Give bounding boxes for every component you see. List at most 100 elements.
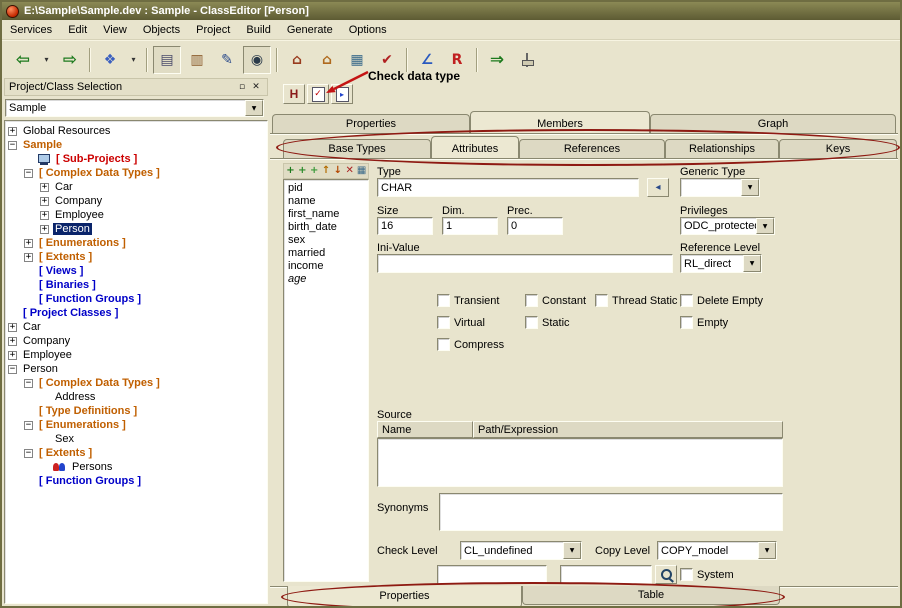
prec-input[interactable] bbox=[507, 217, 563, 235]
database-icon[interactable]: ⌂ bbox=[283, 46, 311, 74]
tree-item-employee[interactable]: +Employee bbox=[5, 348, 267, 362]
tree-item-global-resources[interactable]: +Global Resources bbox=[5, 124, 267, 138]
collapse-icon[interactable]: − bbox=[24, 421, 33, 430]
menu-item-build[interactable]: Build bbox=[238, 22, 278, 38]
tree-item-enumerations[interactable]: −[ Enumerations ] bbox=[5, 418, 267, 432]
expand-icon[interactable]: + bbox=[8, 323, 17, 332]
privileges-select[interactable]: ODC_protected ▼ bbox=[680, 217, 775, 235]
check-level-select[interactable]: CL_undefined ▼ bbox=[460, 541, 582, 560]
menu-item-project[interactable]: Project bbox=[188, 22, 238, 38]
collapse-icon[interactable]: − bbox=[8, 141, 17, 150]
menu-item-options[interactable]: Options bbox=[341, 22, 395, 38]
tree-item-project-classes[interactable]: [ Project Classes ] bbox=[5, 306, 267, 320]
size-input[interactable] bbox=[377, 217, 433, 235]
extra-field-2[interactable] bbox=[560, 565, 652, 584]
tree-item-complex-data-types[interactable]: −[ Complex Data Types ] bbox=[5, 376, 267, 390]
synonyms-input[interactable] bbox=[439, 493, 783, 531]
schema-table-icon[interactable]: ▦ bbox=[343, 46, 371, 74]
forward-icon[interactable]: ⇨ bbox=[56, 46, 84, 74]
tree-item-views[interactable]: [ Views ] bbox=[5, 264, 267, 278]
object-editor-icon[interactable]: ✎ bbox=[213, 46, 241, 74]
collapse-icon[interactable]: − bbox=[8, 365, 17, 374]
float-panel-icon[interactable]: ▫ bbox=[235, 81, 249, 94]
flag-constant[interactable]: Constant bbox=[525, 294, 586, 307]
notebook-icon[interactable]: ▥ bbox=[183, 46, 211, 74]
tree-item-extents[interactable]: −[ Extents ] bbox=[5, 446, 267, 460]
member-tab-attributes[interactable]: Attributes bbox=[431, 136, 519, 158]
flag-empty[interactable]: Empty bbox=[680, 316, 728, 329]
tree-item-person[interactable]: +Person bbox=[5, 222, 267, 236]
expand-icon[interactable]: + bbox=[40, 183, 49, 192]
expand-icon[interactable]: + bbox=[8, 337, 17, 346]
tree-item-persons[interactable]: Persons bbox=[5, 460, 267, 474]
expand-icon[interactable]: + bbox=[40, 225, 49, 234]
collapse-icon[interactable]: − bbox=[24, 449, 33, 458]
chevron-down-icon[interactable]: ▼ bbox=[245, 100, 263, 116]
tab-members[interactable]: Members bbox=[470, 111, 650, 133]
bottom-tab-table[interactable]: Table bbox=[522, 586, 780, 605]
tree-item-address[interactable]: Address bbox=[5, 390, 267, 404]
close-icon[interactable]: ✕ bbox=[249, 81, 263, 94]
bottom-tab-properties[interactable]: Properties bbox=[287, 586, 522, 608]
tree-item-company[interactable]: +Company bbox=[5, 194, 267, 208]
tree-item-type-definitions[interactable]: [ Type Definitions ] bbox=[5, 404, 267, 418]
ini-value-input[interactable] bbox=[377, 254, 673, 273]
flag-delete-empty[interactable]: Delete Empty bbox=[680, 294, 763, 307]
menu-item-view[interactable]: View bbox=[95, 22, 135, 38]
tree-item-sample[interactable]: −Sample bbox=[5, 138, 267, 152]
type-picker-button[interactable]: ◂ bbox=[647, 178, 669, 197]
tree-item-company[interactable]: +Company bbox=[5, 334, 267, 348]
tree-item-function-groups[interactable]: [ Function Groups ] bbox=[5, 474, 267, 488]
tree-item-employee[interactable]: +Employee bbox=[5, 208, 267, 222]
class-diagram-icon[interactable]: ❖ bbox=[96, 46, 124, 74]
type-input[interactable] bbox=[377, 178, 639, 197]
tree-item-function-groups[interactable]: [ Function Groups ] bbox=[5, 292, 267, 306]
collapse-icon[interactable]: − bbox=[24, 379, 33, 388]
system-checkbox[interactable]: System bbox=[680, 568, 734, 581]
database-admin-icon[interactable]: ⌂ bbox=[313, 46, 341, 74]
flag-compress[interactable]: Compress bbox=[437, 338, 504, 351]
generate-icon[interactable]: ⇒ bbox=[483, 46, 511, 74]
menu-item-services[interactable]: Services bbox=[2, 22, 60, 38]
tree-item-extents[interactable]: +[ Extents ] bbox=[5, 250, 267, 264]
detail-slider-icon[interactable] bbox=[513, 46, 541, 74]
reference-level-select[interactable]: RL_direct ▼ bbox=[680, 254, 762, 273]
extra-field-1[interactable] bbox=[437, 565, 547, 584]
expand-icon[interactable]: + bbox=[8, 127, 17, 136]
back-icon[interactable]: ⇦ bbox=[9, 46, 37, 74]
generic-type-select[interactable]: ▼ bbox=[680, 178, 760, 197]
source-table-body[interactable] bbox=[377, 438, 783, 487]
expand-icon[interactable]: + bbox=[8, 351, 17, 360]
expand-icon[interactable]: + bbox=[24, 253, 33, 262]
collapse-icon[interactable]: − bbox=[24, 169, 33, 178]
tree-item-car[interactable]: +Car bbox=[5, 180, 267, 194]
menu-item-generate[interactable]: Generate bbox=[279, 22, 341, 38]
diagram-menu-icon[interactable]: ▾ bbox=[126, 46, 141, 74]
flag-thread-static[interactable]: Thread Static bbox=[595, 294, 677, 307]
tree-item-enumerations[interactable]: +[ Enumerations ] bbox=[5, 236, 267, 250]
flag-transient[interactable]: Transient bbox=[437, 294, 499, 307]
menu-item-objects[interactable]: Objects bbox=[135, 22, 188, 38]
source-col-path[interactable]: Path/Expression bbox=[473, 421, 783, 438]
source-col-name[interactable]: Name bbox=[377, 421, 473, 438]
expand-icon[interactable]: + bbox=[40, 197, 49, 206]
titlebar[interactable]: E:\Sample\Sample.dev : Sample - ClassEdi… bbox=[2, 2, 900, 20]
flag-static[interactable]: Static bbox=[525, 316, 570, 329]
menu-item-edit[interactable]: Edit bbox=[60, 22, 95, 38]
copy-level-select[interactable]: COPY_model ▼ bbox=[657, 541, 777, 560]
project-selector[interactable]: Sample ▼ bbox=[5, 99, 264, 117]
back-history-icon[interactable]: ▾ bbox=[39, 46, 54, 74]
class-editor-icon[interactable]: ◉ bbox=[243, 46, 271, 74]
flag-virtual[interactable]: Virtual bbox=[437, 316, 485, 329]
tree-item-car[interactable]: +Car bbox=[5, 320, 267, 334]
project-browser-icon[interactable]: ▤ bbox=[153, 46, 181, 74]
expand-icon[interactable]: + bbox=[40, 211, 49, 220]
dim-input[interactable] bbox=[442, 217, 498, 235]
expand-icon[interactable]: + bbox=[24, 239, 33, 248]
tree-item-sex[interactable]: Sex bbox=[5, 432, 267, 446]
browse-button[interactable] bbox=[655, 565, 677, 584]
tree-item-binaries[interactable]: [ Binaries ] bbox=[5, 278, 267, 292]
tree-item-person[interactable]: −Person bbox=[5, 362, 267, 376]
tree-item-complex-data-types[interactable]: −[ Complex Data Types ] bbox=[5, 166, 267, 180]
tree-item-sub-projects[interactable]: [ Sub-Projects ] bbox=[5, 152, 267, 166]
